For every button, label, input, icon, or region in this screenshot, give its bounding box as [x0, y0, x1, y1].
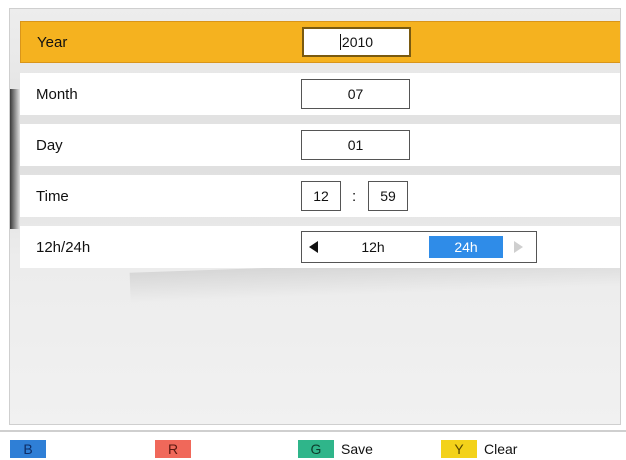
- panel-shadow: [10, 89, 20, 229]
- footer-keybar: B R G Save Y Clear: [0, 438, 626, 460]
- day-value: 01: [347, 137, 364, 153]
- minute-field[interactable]: 59: [368, 181, 408, 211]
- year-field[interactable]: 2010: [302, 27, 411, 57]
- month-label: Month: [36, 85, 78, 103]
- day-row[interactable]: Day 01: [20, 124, 620, 166]
- red-key[interactable]: R: [155, 440, 191, 458]
- settings-panel: Year 2010 Month 07 Day 01 Time 12 : 59 1…: [9, 8, 621, 425]
- footer-divider: [0, 430, 626, 432]
- month-value: 07: [347, 86, 364, 102]
- day-field[interactable]: 01: [301, 130, 410, 160]
- option-12h[interactable]: 12h: [350, 236, 396, 258]
- month-field[interactable]: 07: [301, 79, 410, 109]
- text-cursor: [339, 34, 341, 50]
- arrow-left-icon[interactable]: [309, 241, 318, 253]
- clock-format-row[interactable]: 12h/24h 12h 24h: [20, 226, 620, 268]
- blue-key[interactable]: B: [10, 440, 46, 458]
- green-key[interactable]: G: [298, 440, 334, 458]
- clock-format-toggle[interactable]: 12h 24h: [301, 231, 537, 263]
- yellow-key[interactable]: Y: [441, 440, 477, 458]
- clock-format-label: 12h/24h: [36, 238, 91, 256]
- clear-label: Clear: [484, 441, 518, 457]
- time-separator: :: [352, 187, 357, 205]
- year-row[interactable]: Year 2010: [20, 21, 620, 63]
- day-label: Day: [36, 136, 63, 154]
- month-row[interactable]: Month 07: [20, 73, 620, 115]
- minute-value: 59: [380, 188, 396, 204]
- hour-value: 12: [313, 188, 329, 204]
- year-value: 2010: [341, 34, 374, 50]
- option-24h[interactable]: 24h: [429, 236, 503, 258]
- save-label: Save: [341, 441, 373, 457]
- time-label: Time: [36, 187, 69, 205]
- hour-field[interactable]: 12: [301, 181, 341, 211]
- arrow-right-icon[interactable]: [514, 241, 523, 253]
- year-label: Year: [37, 33, 68, 51]
- time-row[interactable]: Time 12 : 59: [20, 175, 620, 217]
